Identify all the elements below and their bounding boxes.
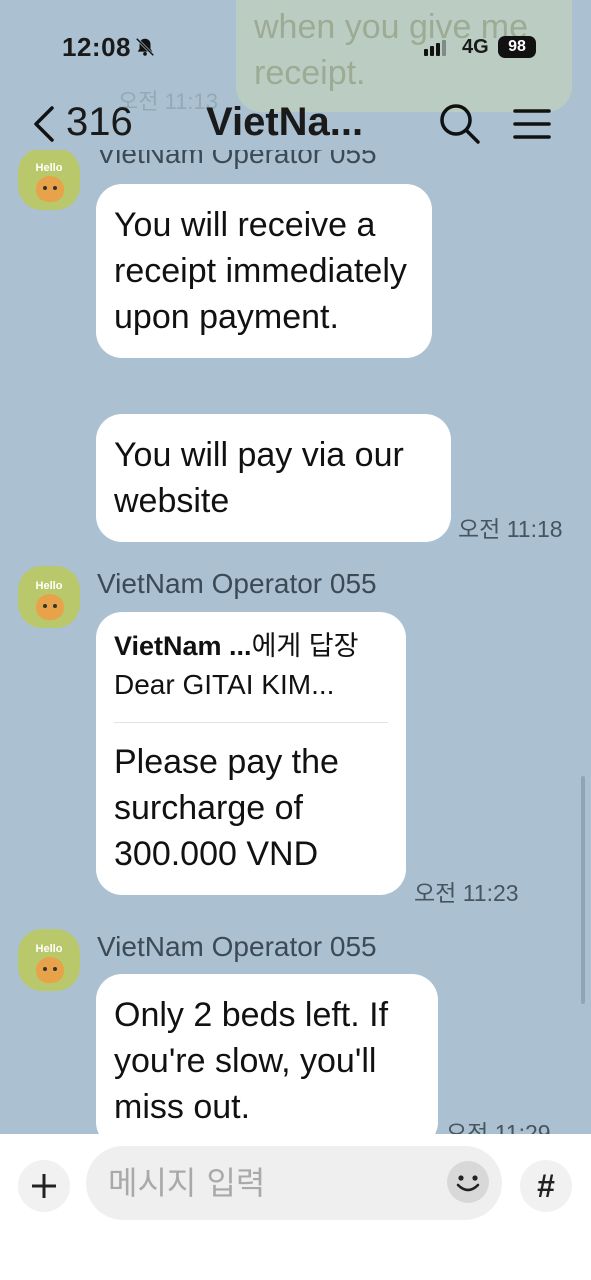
unread-count[interactable]: 316 — [66, 100, 133, 145]
reply-quote: Dear GITAI KIM... — [114, 669, 335, 700]
cellular-signal-icon — [424, 38, 448, 56]
avatar[interactable]: Hello — [18, 566, 80, 628]
sender-name: VietNam Operator 055 — [97, 931, 377, 962]
status-time: 12:08 — [62, 32, 131, 62]
message-bubble[interactable]: You will pay via our website — [96, 414, 451, 542]
menu-icon[interactable] — [512, 106, 552, 142]
status-bar: 12:08 4G 98 — [0, 0, 591, 92]
scrollbar[interactable] — [581, 776, 585, 1004]
sender-name: VietNam Operator 055 — [97, 568, 377, 599]
input-bar: # — [0, 1134, 591, 1280]
hashtag-button[interactable]: # — [520, 1160, 572, 1212]
attach-plus-button[interactable] — [18, 1160, 70, 1212]
message-time: 오전 11:23 — [414, 880, 519, 906]
message-time: 오전 11:29 — [446, 1120, 551, 1135]
message-bubble[interactable]: Only 2 beds left. If you're slow, you'll… — [96, 974, 438, 1135]
avatar[interactable]: Hello — [18, 929, 80, 991]
search-icon[interactable] — [438, 102, 482, 146]
avatar[interactable]: Hello — [18, 150, 80, 210]
plus-icon — [32, 1174, 56, 1198]
sender-name: VietNam Operator 055 — [97, 150, 377, 169]
reply-header: VietNam ...에게 답장 — [114, 631, 359, 661]
message-text: Please pay the surcharge of 300.000 VND — [114, 743, 339, 873]
network-type: 4G — [462, 36, 489, 58]
message-input[interactable] — [86, 1146, 502, 1220]
chat-title[interactable]: VietNa... — [206, 100, 363, 145]
battery-level: 98 — [498, 36, 536, 58]
message-list[interactable]: Hello VietNam Operator 055 You will rece… — [0, 150, 591, 1135]
reply-divider — [114, 722, 388, 723]
reply-message-bubble[interactable]: VietNam ...에게 답장 Dear GITAI KIM... Pleas… — [96, 612, 406, 895]
message-time: 오전 11:18 — [458, 516, 563, 542]
back-chevron-icon[interactable] — [28, 104, 58, 144]
silent-bell-icon — [135, 37, 155, 57]
message-bubble[interactable]: You will receive a receipt immediately u… — [96, 184, 432, 358]
emoticon-icon[interactable] — [446, 1160, 490, 1204]
